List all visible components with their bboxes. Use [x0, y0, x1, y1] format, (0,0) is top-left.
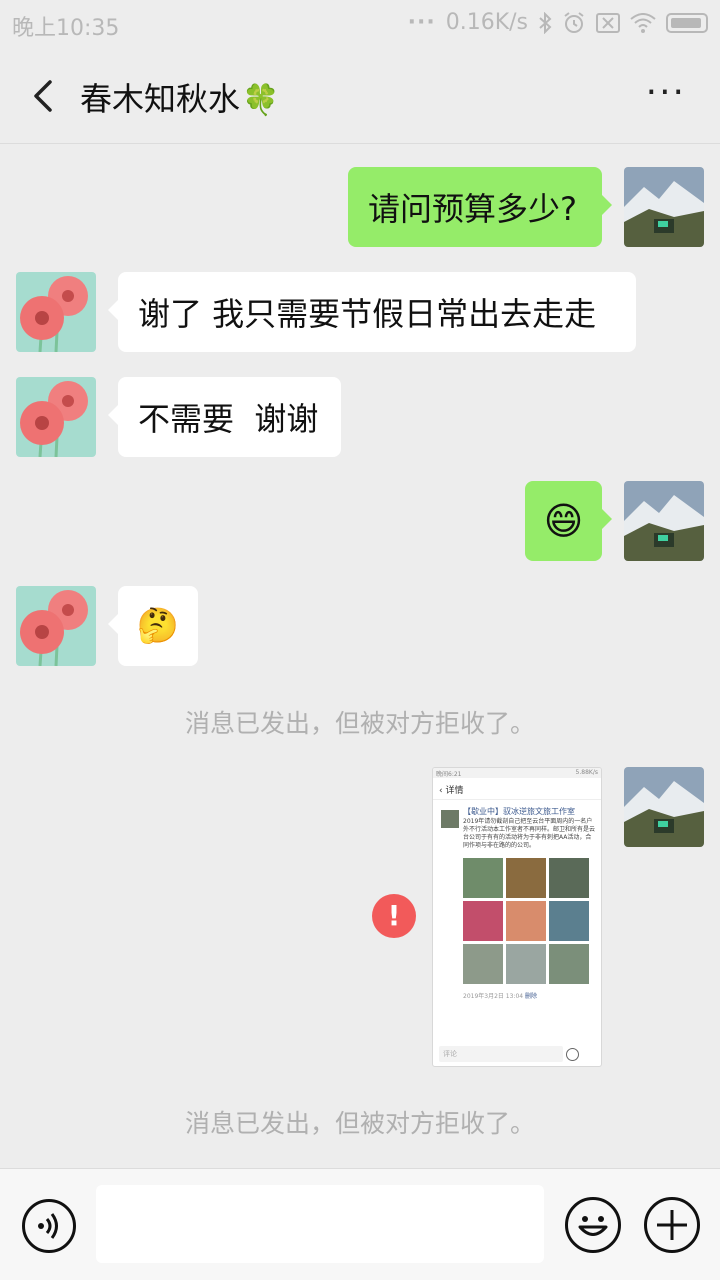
- message-bubble-incoming[interactable]: 不需要 谢谢: [108, 377, 341, 457]
- status-icons: ··· 0.16K/s: [408, 10, 708, 35]
- battery-icon: [666, 12, 708, 33]
- no-sim-icon: [596, 12, 620, 33]
- contact-avatar[interactable]: [16, 586, 96, 666]
- message-text: 请问预算多少?: [368, 190, 577, 228]
- contact-name: 春木知秋水: [80, 80, 241, 118]
- status-bar: 晚上10:35 ··· 0.16K/s: [0, 0, 720, 50]
- message-bubble-outgoing[interactable]: 请问预算多少?: [348, 167, 612, 247]
- message-input[interactable]: [96, 1185, 544, 1263]
- voice-input-button[interactable]: [22, 1199, 76, 1253]
- more-notifications-icon: ···: [407, 10, 436, 35]
- thumb-emoji-icon: [566, 1048, 579, 1061]
- rejected-notice: 消息已发出，但被对方拒收了。: [184, 709, 535, 738]
- thumb-title-bar: ‹ 详情: [433, 778, 601, 800]
- alarm-icon: [564, 11, 584, 33]
- contact-avatar[interactable]: [16, 272, 96, 352]
- thumb-photo-grid: [463, 858, 589, 984]
- status-time: 晚上10:35: [12, 16, 120, 41]
- message-bubble-incoming[interactable]: 谢了 我只需要节假日常出去走走: [108, 272, 636, 352]
- more-functions-button[interactable]: [644, 1197, 700, 1253]
- rejected-notice: 消息已发出，但被对方拒收了。: [184, 1109, 535, 1138]
- grinning-emoji: 😄: [543, 499, 584, 543]
- smiley-icon: [578, 1216, 608, 1236]
- emoji-button[interactable]: [565, 1197, 621, 1253]
- thinking-emoji: 🤔: [136, 606, 180, 646]
- more-options-icon[interactable]: ···: [646, 72, 686, 113]
- message-text: 谢了 我只需要节假日常出去走走: [138, 295, 597, 333]
- shared-screenshot-image[interactable]: 晚间6:21 5.88K/s ‹ 详情 【歇业中】驭冰逆旅文旅工作室 2019年…: [432, 767, 602, 1067]
- voice-icon: [38, 1213, 58, 1239]
- message-text: 不需要 谢谢: [138, 400, 319, 438]
- send-failed-icon[interactable]: !: [372, 894, 416, 938]
- network-speed: 0.16K/s: [445, 10, 528, 35]
- thumb-body: 2019年请勿截剖自己把至云台平面周内的一名户外不行活动本工作室者不再同样。邮卫…: [463, 818, 596, 849]
- my-avatar[interactable]: [624, 167, 704, 247]
- thumb-status-time: 晚间6:21: [436, 771, 462, 778]
- message-bubble-outgoing[interactable]: 😄: [525, 481, 612, 561]
- back-arrow-icon[interactable]: [24, 76, 64, 116]
- message-bubble-incoming[interactable]: 🤔: [108, 586, 198, 666]
- thumb-title: 详情: [445, 786, 464, 796]
- input-bar: [0, 1168, 720, 1280]
- my-avatar[interactable]: [624, 767, 704, 847]
- thumb-avatar: [441, 810, 459, 828]
- chat-header: 春木知秋水🍀 ···: [0, 50, 720, 144]
- contact-avatar[interactable]: [16, 377, 96, 457]
- thumb-status-bar: 晚间6:21 5.88K/s: [433, 768, 601, 778]
- thumb-author: 【歇业中】驭冰逆旅文旅工作室: [463, 807, 575, 816]
- thumb-status-speed: 5.88K/s: [575, 769, 598, 776]
- wifi-icon: [630, 12, 656, 33]
- bluetooth-icon: [539, 11, 552, 34]
- plus-icon: [657, 1210, 687, 1240]
- my-avatar[interactable]: [624, 481, 704, 561]
- clover-icon: 🍀: [242, 83, 280, 118]
- chat-title: 春木知秋水🍀: [80, 74, 279, 120]
- thumb-comment-input: 评论: [439, 1046, 563, 1062]
- thumb-time: 2019年3月2日 13:04 删除: [463, 993, 538, 1000]
